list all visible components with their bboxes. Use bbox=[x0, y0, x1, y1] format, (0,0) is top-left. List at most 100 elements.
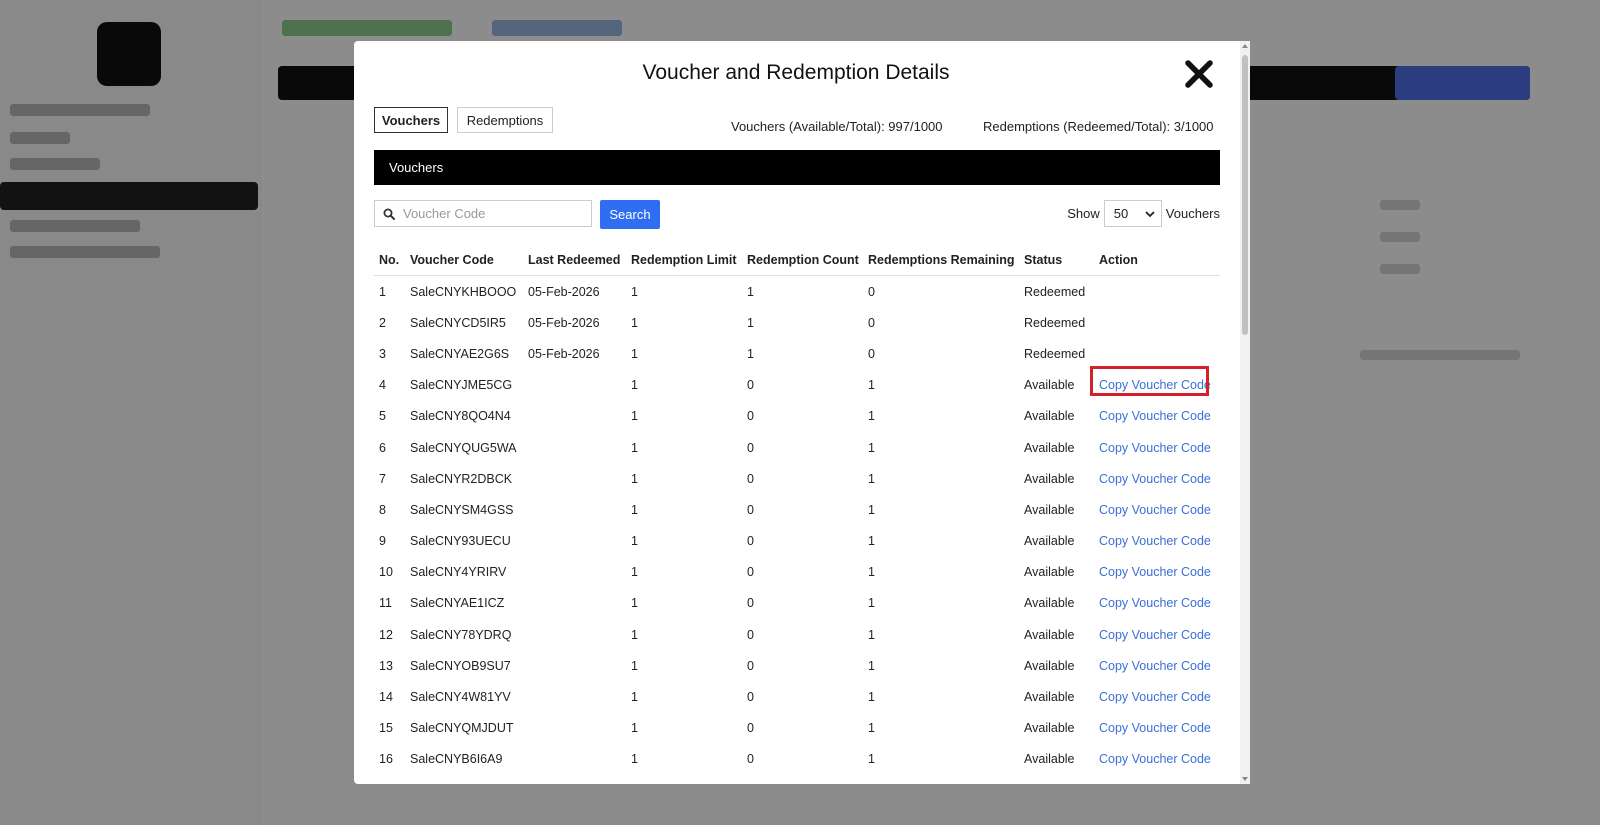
status-text: Redeemed bbox=[1024, 284, 1086, 299]
copy-voucher-code-link[interactable]: Copy Voucher Code bbox=[1099, 565, 1211, 579]
voucher-code: SaleCNYKHBOOO bbox=[410, 284, 517, 299]
page-size-value: 50 bbox=[1113, 206, 1129, 221]
row-number: 6 bbox=[379, 440, 386, 455]
scroll-thumb[interactable] bbox=[1242, 55, 1248, 335]
redemptions-remaining: 1 bbox=[868, 658, 875, 673]
action-cell: Copy Voucher Code bbox=[1094, 494, 1220, 525]
action-cell: Copy Voucher Code bbox=[1094, 526, 1220, 557]
action-cell: Copy Voucher Code bbox=[1094, 713, 1220, 744]
table-row: 10 SaleCNY4YRIRV 1 0 1 Available Copy Voucher … bbox=[374, 557, 1220, 588]
redemption-limit: 1 bbox=[631, 502, 638, 517]
redemption-limit: 1 bbox=[631, 471, 638, 486]
redemptions-remaining: 1 bbox=[868, 409, 875, 424]
last-redeemed bbox=[523, 650, 626, 681]
table-row: 3 SaleCNYAE2G6S 05-Feb-2026 1 1 0 Redeemed bbox=[374, 338, 1220, 369]
scroll-up-icon[interactable] bbox=[1242, 44, 1248, 48]
status-text: Available bbox=[1024, 378, 1075, 393]
scroll-down-icon[interactable] bbox=[1242, 777, 1248, 781]
vouchers-table: No. Voucher Code Last Redeemed Redemptio… bbox=[374, 245, 1220, 775]
tab-redemptions[interactable]: Redemptions bbox=[457, 107, 553, 133]
redemption-count: 0 bbox=[747, 409, 754, 424]
status-text: Available bbox=[1024, 690, 1075, 705]
row-number: 2 bbox=[379, 315, 386, 330]
table-row: 13 SaleCNYOB9SU7 1 0 1 Available Copy Voucher … bbox=[374, 650, 1220, 681]
copy-voucher-code-link[interactable]: Copy Voucher Code bbox=[1099, 472, 1211, 486]
action-cell: Copy Voucher Code bbox=[1094, 370, 1220, 401]
redemption-count: 0 bbox=[747, 690, 754, 705]
redemption-count: 0 bbox=[747, 627, 754, 642]
copy-voucher-code-link[interactable]: Copy Voucher Code bbox=[1099, 441, 1211, 455]
copy-voucher-code-link[interactable]: Copy Voucher Code bbox=[1099, 378, 1211, 392]
redemption-limit: 1 bbox=[631, 409, 638, 424]
column-header: Redemption Count bbox=[742, 245, 863, 276]
last-redeemed: 05-Feb-2026 bbox=[528, 346, 600, 361]
voucher-code: SaleCNYSM4GSS bbox=[410, 502, 514, 517]
redemptions-remaining: 1 bbox=[868, 752, 875, 767]
tab-vouchers[interactable]: Vouchers bbox=[374, 107, 448, 133]
modal-scrollbar[interactable] bbox=[1240, 41, 1250, 784]
copy-voucher-code-link[interactable]: Copy Voucher Code bbox=[1099, 596, 1211, 610]
redemptions-remaining: 1 bbox=[868, 721, 875, 736]
column-header: Voucher Code bbox=[405, 245, 523, 276]
action-cell: Copy Voucher Code bbox=[1094, 401, 1220, 432]
status-text: Available bbox=[1024, 534, 1075, 549]
table-row: 8 SaleCNYSM4GSS 1 0 1 Available Copy Voucher C… bbox=[374, 494, 1220, 525]
copy-voucher-code-link[interactable]: Copy Voucher Code bbox=[1099, 752, 1211, 766]
status-text: Available bbox=[1024, 658, 1075, 673]
last-redeemed bbox=[523, 401, 626, 432]
copy-voucher-code-link[interactable]: Copy Voucher Code bbox=[1099, 690, 1211, 704]
voucher-code: SaleCNY4YRIRV bbox=[410, 565, 507, 580]
close-icon[interactable] bbox=[1182, 57, 1216, 91]
table-row: 2 SaleCNYCD5IR5 05-Feb-2026 1 1 0 Redeemed bbox=[374, 307, 1220, 338]
last-redeemed bbox=[523, 619, 626, 650]
last-redeemed bbox=[523, 713, 626, 744]
voucher-details-modal: Voucher and Redemption Details Vouchers … bbox=[354, 41, 1250, 784]
page-size-select[interactable]: 50 bbox=[1103, 200, 1162, 227]
search-input[interactable] bbox=[401, 205, 585, 222]
voucher-code: SaleCNY4W81YV bbox=[410, 690, 511, 705]
redemption-count: 0 bbox=[747, 721, 754, 736]
last-redeemed bbox=[523, 744, 626, 775]
redemption-limit: 1 bbox=[631, 596, 638, 611]
table-row: 14 SaleCNY4W81YV 1 0 1 Available Copy Voucher … bbox=[374, 681, 1220, 712]
last-redeemed bbox=[523, 463, 626, 494]
table-header-row: No. Voucher Code Last Redeemed Redemptio… bbox=[374, 245, 1220, 276]
redemption-count: 0 bbox=[747, 565, 754, 580]
voucher-code: SaleCNY8QO4N4 bbox=[410, 409, 511, 424]
column-header: Status bbox=[1019, 245, 1094, 276]
status-text: Available bbox=[1024, 440, 1075, 455]
voucher-code: SaleCNYR2DBCK bbox=[410, 471, 513, 486]
copy-voucher-code-link[interactable]: Copy Voucher Code bbox=[1099, 534, 1211, 548]
status-text: Available bbox=[1024, 627, 1075, 642]
section-header: Vouchers bbox=[374, 150, 1220, 185]
last-redeemed: 05-Feb-2026 bbox=[528, 315, 600, 330]
search-button[interactable]: Search bbox=[600, 200, 660, 229]
column-header: Action bbox=[1094, 245, 1220, 276]
redemptions-remaining: 1 bbox=[868, 378, 875, 393]
redemption-count: 0 bbox=[747, 658, 754, 673]
redemption-count: 0 bbox=[747, 596, 754, 611]
table-row: 12 SaleCNY78YDRQ 1 0 1 Available Copy Voucher … bbox=[374, 619, 1220, 650]
redemption-count: 0 bbox=[747, 752, 754, 767]
vouchers-stat: Vouchers (Available/Total): 997/1000 bbox=[731, 119, 943, 134]
action-cell: Copy Voucher Code bbox=[1094, 619, 1220, 650]
table-row: 1 SaleCNYKHBOOO 05-Feb-2026 1 1 0 Redeemed bbox=[374, 276, 1220, 308]
page-size-control: Show 50 Vouchers bbox=[1067, 200, 1220, 227]
copy-voucher-code-link[interactable]: Copy Voucher Code bbox=[1099, 409, 1211, 423]
redemption-limit: 1 bbox=[631, 284, 638, 299]
row-number: 8 bbox=[379, 502, 386, 517]
copy-voucher-code-link[interactable]: Copy Voucher Code bbox=[1099, 628, 1211, 642]
copy-voucher-code-link[interactable]: Copy Voucher Code bbox=[1099, 721, 1211, 735]
copy-voucher-code-link[interactable]: Copy Voucher Code bbox=[1099, 659, 1211, 673]
redemptions-remaining: 1 bbox=[868, 534, 875, 549]
copy-voucher-code-link[interactable]: Copy Voucher Code bbox=[1099, 503, 1211, 517]
row-number: 7 bbox=[379, 471, 386, 486]
row-number: 15 bbox=[379, 721, 393, 736]
redemption-limit: 1 bbox=[631, 721, 638, 736]
row-number: 4 bbox=[379, 378, 386, 393]
column-header: No. bbox=[374, 245, 405, 276]
redemptions-remaining: 0 bbox=[868, 315, 875, 330]
last-redeemed bbox=[523, 432, 626, 463]
redemptions-remaining: 0 bbox=[868, 346, 875, 361]
status-text: Available bbox=[1024, 471, 1075, 486]
